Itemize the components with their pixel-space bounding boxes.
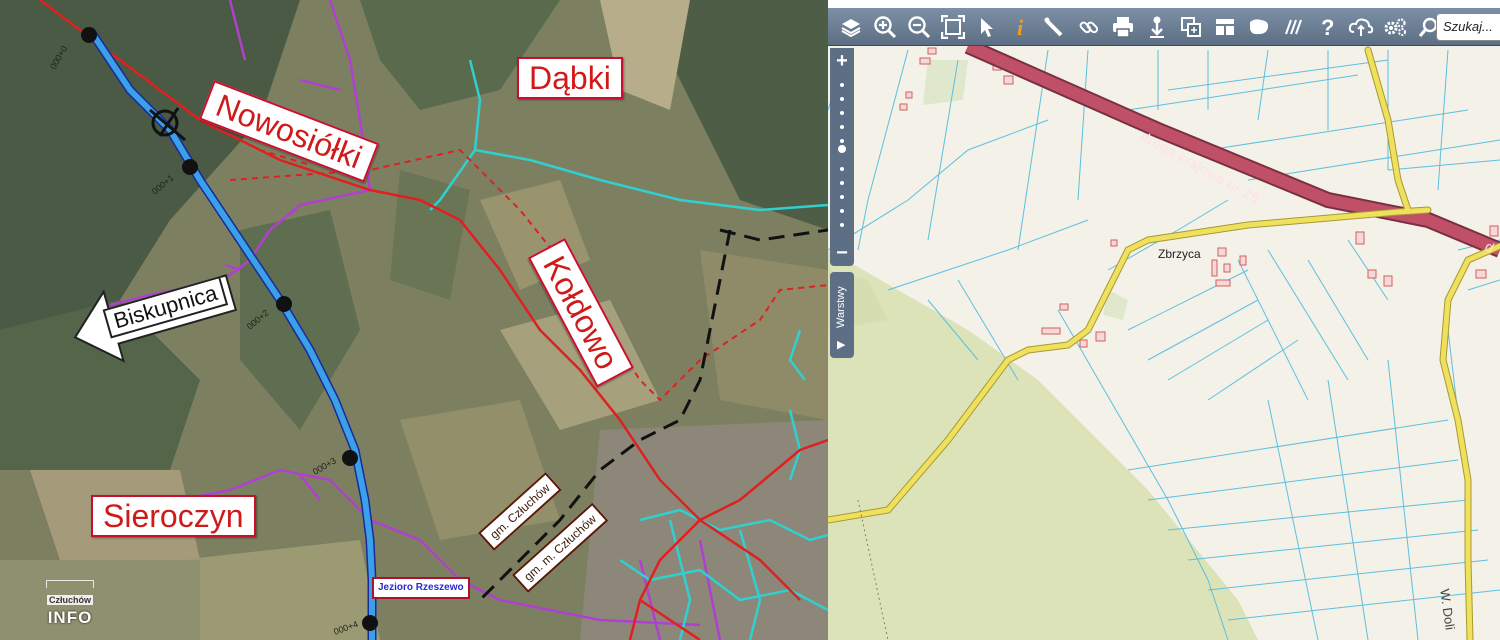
zoom-out-button[interactable] — [902, 10, 936, 44]
place-label-sieroczyn: Sieroczyn — [91, 495, 256, 537]
place-label-dabki: Dąbki — [517, 57, 623, 99]
geoportal-map[interactable]: droga krajowa nr 25 d Zbrzyca W. Doli i — [828, 0, 1500, 640]
link-icon — [1079, 21, 1099, 33]
ruler-icon — [1044, 17, 1063, 36]
measure-button[interactable] — [1038, 10, 1072, 44]
zoom-out-icon — [908, 15, 931, 38]
zoom-in-button[interactable] — [868, 10, 902, 44]
layers-icon — [841, 18, 861, 37]
watermark-bottom-text: INFO — [47, 608, 93, 627]
zoom-level-dot[interactable] — [840, 97, 844, 101]
info-button[interactable]: i — [1004, 10, 1038, 44]
zoom-level-dot[interactable] — [840, 209, 844, 213]
zoom-level-dot[interactable] — [840, 167, 844, 171]
link-button[interactable] — [1072, 10, 1106, 44]
compare-icon — [1181, 16, 1201, 37]
zoom-level-dot[interactable] — [840, 83, 844, 87]
download-icon — [1150, 16, 1164, 38]
village-label-zbrzyca: Zbrzyca — [1158, 247, 1201, 261]
watermark-top-text: Człuchów — [47, 595, 93, 605]
zoom-out-minus-button[interactable]: − — [830, 242, 854, 264]
zoom-in-icon — [874, 15, 897, 38]
zoom-control[interactable]: + − — [830, 48, 854, 266]
expand-arrow-icon: ▶ — [837, 339, 846, 351]
help-icon: ? — [1321, 15, 1334, 39]
svg-text:i: i — [1017, 15, 1024, 39]
zoom-level-dot[interactable] — [840, 223, 844, 227]
layout-icon — [1216, 18, 1234, 35]
layout-button[interactable] — [1208, 10, 1242, 44]
compare-button[interactable] — [1174, 10, 1208, 44]
aerial-planning-map: 000+0 000+1 000+2 000+3 000+4 Dąbki Nowo… — [0, 0, 828, 640]
hatch-icon — [1285, 19, 1302, 34]
svg-text:?: ? — [1321, 15, 1334, 39]
full-extent-icon — [941, 14, 965, 39]
zoom-level-dot[interactable] — [840, 195, 844, 199]
geoportal-toolbar: i ? Szukaj... — [828, 8, 1500, 46]
zoom-slider-handle[interactable] — [838, 145, 846, 154]
print-button[interactable] — [1106, 10, 1140, 44]
print-icon — [1113, 16, 1133, 38]
hatch-button[interactable] — [1276, 10, 1310, 44]
zoom-level-dot[interactable] — [840, 139, 844, 143]
settings-button[interactable] — [1378, 10, 1412, 44]
czluchow-info-watermark: Człuchów INFO — [42, 580, 98, 628]
info-icon: i — [1017, 15, 1024, 39]
cloud-icon — [1348, 18, 1374, 36]
layers-button[interactable] — [834, 10, 868, 44]
settings-icon — [1384, 17, 1406, 36]
shape-button[interactable] — [1242, 10, 1276, 44]
watermark-logo-bars — [46, 580, 94, 588]
zoom-level-dot[interactable] — [840, 125, 844, 129]
download-button[interactable] — [1140, 10, 1174, 44]
toolbar-top-strip — [828, 0, 1500, 8]
layers-tab-label: Warstwy — [835, 286, 847, 328]
zoom-level-dot[interactable] — [840, 111, 844, 115]
zoom-level-dot[interactable] — [840, 181, 844, 185]
cloud-button[interactable] — [1344, 10, 1378, 44]
pointer-icon — [981, 17, 993, 37]
layers-panel-tab[interactable]: Warstwy ▶ — [830, 272, 854, 358]
search-input[interactable]: Szukaj... — [1436, 13, 1500, 41]
zoom-in-plus-button[interactable]: + — [830, 50, 854, 72]
geoportal-map-canvas[interactable] — [828, 0, 1500, 640]
lake-label: Jezioro Rzeszewo — [372, 577, 470, 599]
full-extent-button[interactable] — [936, 10, 970, 44]
help-button[interactable]: ? — [1310, 10, 1344, 44]
shape-icon — [1250, 18, 1269, 34]
select-button[interactable] — [970, 10, 1004, 44]
